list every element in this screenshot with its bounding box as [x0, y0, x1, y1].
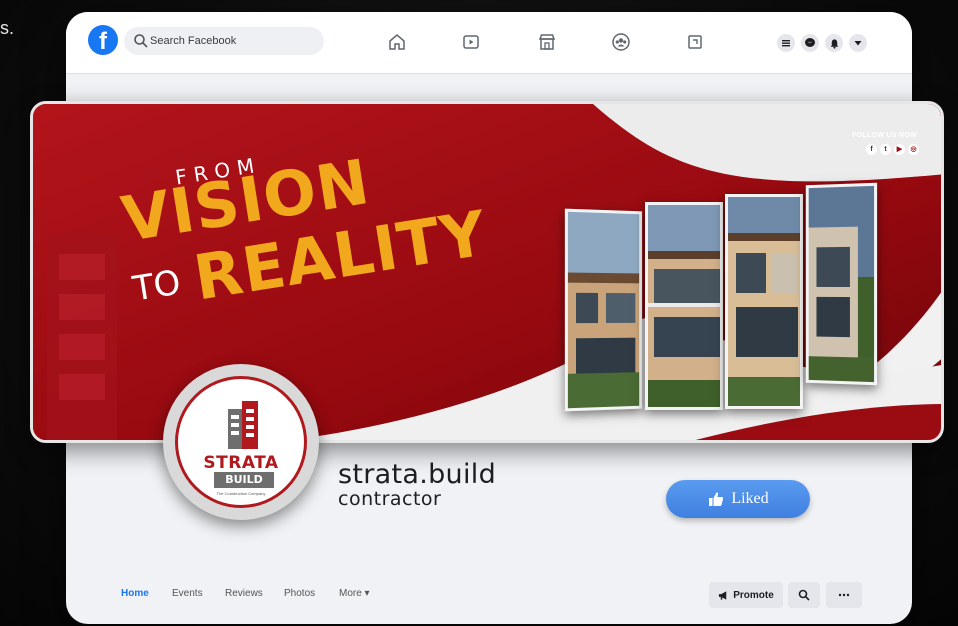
youtube-icon[interactable]: ▶ — [894, 144, 905, 155]
facebook-logo[interactable]: f — [88, 25, 118, 55]
liked-label: Liked — [731, 490, 769, 507]
logo-strata-text: STRATA — [203, 453, 279, 473]
search-icon — [134, 34, 148, 48]
more-options-button[interactable] — [826, 582, 862, 608]
promote-button[interactable]: Promote — [709, 582, 783, 608]
strata-build-logo: STRATA BUILD The Construction Company — [175, 376, 307, 508]
house-image — [567, 211, 643, 412]
profile-picture[interactable]: STRATA BUILD The Construction Company — [163, 364, 319, 520]
follow-us-text: FOLLOW US NOW — [852, 132, 917, 139]
headline-to: TO — [130, 262, 184, 310]
megaphone-icon — [719, 590, 727, 600]
tab-more[interactable]: More ▾ — [339, 588, 370, 599]
tab-reviews[interactable]: Reviews — [225, 588, 263, 599]
house-image — [648, 205, 720, 407]
social-icons: f t ▶ ◎ — [866, 144, 919, 155]
account-icon[interactable] — [849, 34, 867, 52]
page-search-button[interactable] — [788, 582, 820, 608]
marketplace-icon[interactable] — [535, 30, 559, 54]
house-image-panel-2 — [645, 202, 723, 410]
building-logo-icon — [228, 401, 258, 449]
promote-label: Promote — [733, 589, 774, 601]
tab-home[interactable]: Home — [121, 588, 149, 599]
watch-icon[interactable] — [459, 30, 483, 54]
twitter-icon[interactable]: t — [880, 144, 891, 155]
house-image-panel-3 — [725, 194, 803, 409]
notifications-icon[interactable] — [825, 34, 843, 52]
cover-photo[interactable]: FROM VISION TO REALITY FOLLOW US NOW f t… — [30, 101, 944, 443]
menu-icon[interactable] — [777, 34, 795, 52]
more-dots-icon — [838, 593, 850, 597]
top-navigation-bar: f — [66, 12, 912, 74]
facebook-icon[interactable]: f — [866, 144, 877, 155]
search-box[interactable] — [124, 27, 324, 55]
home-icon[interactable] — [385, 30, 409, 54]
house-image — [728, 197, 800, 406]
page-name: strata.build — [338, 459, 497, 490]
corner-text: s. — [0, 18, 15, 38]
gaming-icon[interactable] — [683, 30, 707, 54]
tab-photos[interactable]: Photos — [284, 588, 315, 599]
search-input[interactable] — [150, 27, 320, 55]
instagram-icon[interactable]: ◎ — [908, 144, 919, 155]
stage: s. f Search Facebook strata.build contra… — [0, 0, 958, 626]
house-image-panel-1 — [564, 208, 643, 412]
house-image-panel-4 — [805, 182, 878, 386]
search-icon — [798, 589, 810, 601]
thumbs-up-icon — [709, 492, 724, 506]
house-image — [808, 185, 878, 386]
messenger-icon[interactable] — [801, 34, 819, 52]
groups-icon[interactable] — [609, 30, 633, 54]
liked-button[interactable]: Liked — [666, 480, 810, 518]
page-category: contractor — [338, 488, 442, 510]
logo-tagline: The Construction Company — [216, 491, 266, 496]
logo-build-text: BUILD — [214, 472, 274, 488]
tab-events[interactable]: Events — [172, 588, 203, 599]
